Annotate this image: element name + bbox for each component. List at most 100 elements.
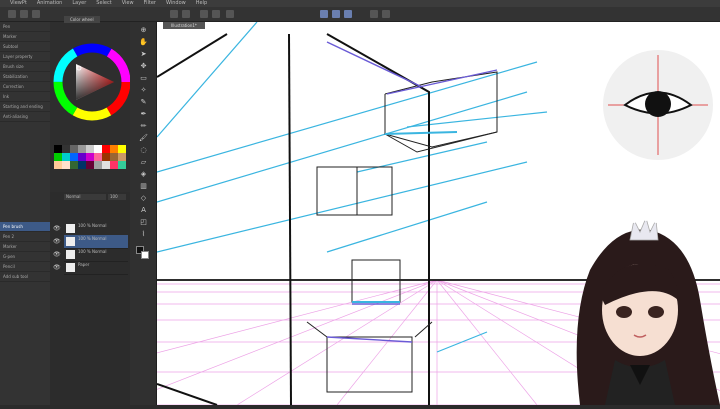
save-icon[interactable]: [32, 10, 40, 18]
menu-item[interactable]: Window: [166, 0, 186, 7]
palette-swatch[interactable]: [54, 145, 62, 153]
tool-property-row[interactable]: Starting and ending: [0, 102, 50, 112]
palette-swatch[interactable]: [78, 145, 86, 153]
hand-tool-icon[interactable]: ✋: [139, 38, 148, 47]
palette-swatch[interactable]: [70, 153, 78, 161]
palette-swatch[interactable]: [62, 145, 70, 153]
visibility-eye-icon[interactable]: 👁: [53, 251, 61, 259]
brush-tool-icon[interactable]: 🖌: [139, 134, 148, 143]
blend-mode-select[interactable]: Normal: [64, 194, 106, 200]
subtool-item[interactable]: Marker: [0, 242, 50, 252]
menu-item[interactable]: Filter: [144, 0, 156, 7]
snap-grid-icon[interactable]: [344, 10, 352, 18]
palette-swatch[interactable]: [118, 145, 126, 153]
layer-row[interactable]: 100 % Normal: [64, 248, 128, 262]
palette-swatch[interactable]: [110, 145, 118, 153]
menu-item[interactable]: Help: [196, 0, 207, 7]
transform-icon[interactable]: [226, 10, 234, 18]
menu-item[interactable]: View: [122, 0, 134, 7]
color-wheel[interactable]: [50, 22, 131, 142]
tool-property-panel: Pen Marker Subtool Layer property Brush …: [0, 22, 51, 405]
clear-icon[interactable]: [200, 10, 208, 18]
palette-swatch[interactable]: [86, 153, 94, 161]
color-wheel-tab[interactable]: Color wheel: [64, 16, 100, 23]
palette-swatch[interactable]: [102, 145, 110, 153]
visibility-eye-icon[interactable]: 👁: [53, 225, 61, 233]
layer-row[interactable]: Paper: [64, 261, 128, 275]
correct-line-icon[interactable]: ⌇: [139, 230, 148, 239]
palette-swatch[interactable]: [62, 161, 70, 169]
palette-swatch[interactable]: [94, 153, 102, 161]
canvas-document-tab[interactable]: Illustration1*: [163, 22, 205, 29]
visibility-eye-icon[interactable]: 👁: [53, 264, 61, 272]
redo-icon[interactable]: [182, 10, 190, 18]
open-file-icon[interactable]: [20, 10, 28, 18]
palette-swatch[interactable]: [86, 161, 94, 169]
palette-swatch[interactable]: [110, 161, 118, 169]
subtool-item[interactable]: Pencil: [0, 262, 50, 272]
tool-property-row[interactable]: Correction: [0, 82, 50, 92]
palette-swatch[interactable]: [118, 153, 126, 161]
subtool-item[interactable]: G-pen: [0, 252, 50, 262]
menu-item[interactable]: Animation: [37, 0, 63, 7]
figure-tool-icon[interactable]: ◇: [139, 194, 148, 203]
tool-property-row[interactable]: Subtool: [0, 42, 50, 52]
tool-property-row[interactable]: Layer property: [0, 52, 50, 62]
undo-icon[interactable]: [170, 10, 178, 18]
airbrush-icon[interactable]: ◌: [139, 146, 148, 155]
palette-swatch[interactable]: [70, 145, 78, 153]
pencil-tool-icon[interactable]: ✏: [139, 122, 148, 131]
menu-item[interactable]: Layer: [72, 0, 86, 7]
palette-swatch[interactable]: [118, 161, 126, 169]
palette-swatch[interactable]: [86, 145, 94, 153]
settings-icon[interactable]: [370, 10, 378, 18]
visibility-eye-icon[interactable]: 👁: [53, 238, 61, 246]
tool-property-row[interactable]: Stabilization: [0, 72, 50, 82]
eye-icon: [608, 55, 708, 155]
add-subtool-button[interactable]: Add sub tool: [0, 272, 50, 282]
menu-item[interactable]: Select: [96, 0, 111, 7]
subtool-item[interactable]: Pen 2: [0, 232, 50, 242]
palette-swatch[interactable]: [94, 145, 102, 153]
new-file-icon[interactable]: [8, 10, 16, 18]
tool-property-row[interactable]: Brush size: [0, 62, 50, 72]
snap-ruler-icon[interactable]: [320, 10, 328, 18]
pen-tool-icon[interactable]: ✒: [139, 110, 148, 119]
zoom-tool-icon[interactable]: ⊕: [139, 26, 148, 35]
eyedropper-icon[interactable]: ✎: [139, 98, 148, 107]
palette-swatch[interactable]: [94, 161, 102, 169]
palette-swatch[interactable]: [78, 161, 86, 169]
palette-swatch[interactable]: [102, 153, 110, 161]
selection-tool-icon[interactable]: ▭: [139, 74, 148, 83]
auto-select-icon[interactable]: ✧: [139, 86, 148, 95]
tool-property-row[interactable]: Ink: [0, 92, 50, 102]
layer-row[interactable]: 100 % Normal: [64, 222, 128, 236]
layout-icon[interactable]: [382, 10, 390, 18]
tool-property-row[interactable]: Pen: [0, 22, 50, 32]
operation-tool-icon[interactable]: ➤: [139, 50, 148, 59]
palette-swatch[interactable]: [110, 153, 118, 161]
fill-icon[interactable]: [212, 10, 220, 18]
layer-name: 100 % Normal: [78, 236, 107, 241]
gradient-tool-icon[interactable]: ▥: [139, 182, 148, 191]
tool-property-row[interactable]: Marker: [0, 32, 50, 42]
eraser-icon[interactable]: ▱: [139, 158, 148, 167]
palette-swatch[interactable]: [62, 153, 70, 161]
subtool-item[interactable]: Pen brush: [0, 222, 50, 232]
text-tool-icon[interactable]: A: [139, 206, 148, 215]
fill-tool-icon[interactable]: ◈: [139, 170, 148, 179]
ruler-tool-icon[interactable]: ◰: [139, 218, 148, 227]
palette-swatch[interactable]: [54, 161, 62, 169]
palette-swatch[interactable]: [54, 153, 62, 161]
tool-property-row[interactable]: Anti-aliasing: [0, 112, 50, 122]
layer-row-selected[interactable]: 100 % Normal: [64, 235, 128, 249]
palette-swatch[interactable]: [70, 161, 78, 169]
opacity-field[interactable]: 100: [108, 194, 126, 200]
palette-swatch[interactable]: [78, 153, 86, 161]
sub-color-swatch[interactable]: [141, 251, 149, 259]
move-layer-icon[interactable]: ✥: [139, 62, 148, 71]
palette-swatch[interactable]: [102, 161, 110, 169]
snap-special-ruler-icon[interactable]: [332, 10, 340, 18]
layer-name: Paper: [78, 262, 90, 267]
menu-item[interactable]: ViewPt: [10, 0, 27, 7]
